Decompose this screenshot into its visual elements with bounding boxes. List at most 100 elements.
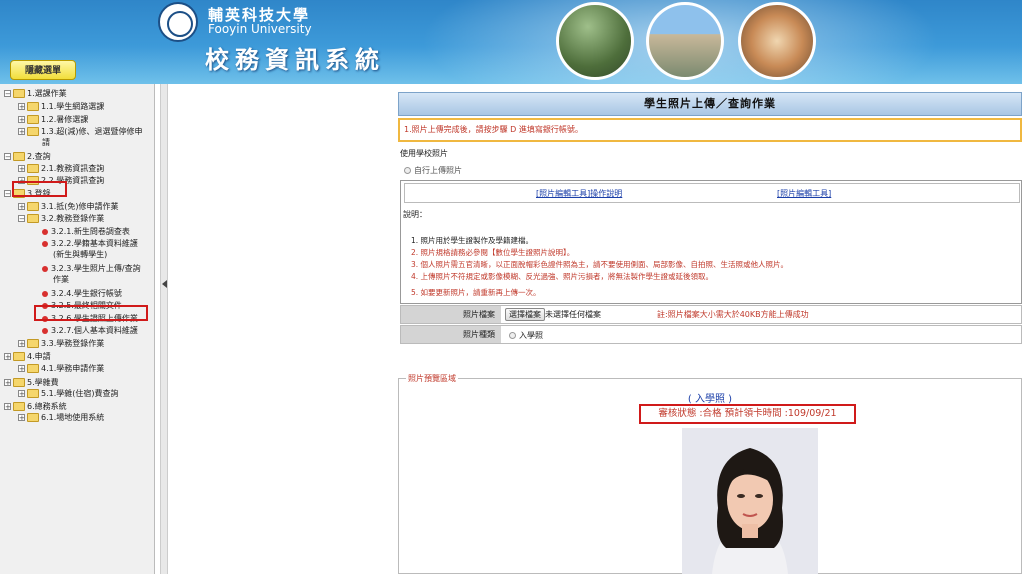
folder-icon bbox=[13, 152, 25, 161]
photo-type-row: 照片種類 入學照 bbox=[400, 325, 1022, 344]
expand-toggle-icon[interactable]: + bbox=[4, 379, 11, 387]
photo-tool-link[interactable]: [照片編輯工具] bbox=[777, 188, 831, 199]
sidebar-item-label: 3.1.抵(免)修申請作業 bbox=[41, 202, 119, 211]
expand-toggle-icon[interactable]: + bbox=[18, 165, 25, 173]
preview-legend: 照片預覽區域 bbox=[406, 373, 458, 384]
sidebar-item[interactable]: 3.2.7.個人基本資料維護 bbox=[42, 325, 138, 336]
expand-toggle-icon[interactable]: + bbox=[4, 403, 11, 411]
sidebar-item[interactable]: +1.3.超(減)修、退選暨停修申 bbox=[18, 126, 143, 137]
sidebar-item[interactable]: +1.1.學生網路選課 bbox=[18, 101, 104, 112]
sidebar-item[interactable]: +3.1.抵(免)修申請作業 bbox=[18, 201, 119, 212]
sidebar-item-label: 1.選課作業 bbox=[27, 89, 67, 98]
self-upload-label: 自行上傳照片 bbox=[414, 166, 462, 175]
sidebar-item-label: 3.2.1.新生問卷調查表 bbox=[51, 227, 130, 236]
sidebar-item[interactable]: (新生與轉學生) bbox=[53, 249, 107, 260]
system-title: 校務資訊系統 bbox=[205, 45, 385, 74]
folder-icon bbox=[27, 202, 39, 211]
photo-file-row: 照片檔案 選擇檔案 未選擇任何檔案 註:照片檔案大小需大於40KB方能上傳成功 bbox=[400, 305, 1022, 324]
preview-heading: ( 入學照 ) bbox=[687, 394, 733, 405]
hide-menu-button[interactable]: 隱藏選單 bbox=[10, 60, 76, 80]
sidebar-item[interactable]: 3.2.1.新生問卷調查表 bbox=[42, 226, 130, 237]
expand-toggle-icon[interactable]: − bbox=[18, 215, 25, 223]
folder-icon bbox=[27, 127, 39, 136]
sidebar-item[interactable]: 3.2.2.學籍基本資料維護 bbox=[42, 238, 138, 249]
sidebar-item[interactable]: +2.1.教務資訊查詢 bbox=[18, 163, 104, 174]
folder-icon bbox=[27, 102, 39, 111]
expand-toggle-icon[interactable]: − bbox=[4, 153, 11, 161]
folder-icon bbox=[27, 389, 39, 398]
highlight-box-login bbox=[12, 181, 67, 197]
expand-toggle-icon[interactable]: − bbox=[4, 90, 11, 98]
use-school-photo-label: 使用學校照片 bbox=[400, 149, 448, 158]
highlight-box-upload bbox=[34, 305, 148, 321]
file-name-display: 未選擇任何檔案 bbox=[545, 308, 653, 321]
folder-icon bbox=[27, 214, 39, 223]
page-bullet-icon bbox=[42, 228, 48, 235]
sidebar-item[interactable]: 請 bbox=[42, 137, 50, 148]
sidebar-item[interactable]: +1.2.暑修選課 bbox=[18, 114, 88, 125]
expand-toggle-icon[interactable]: + bbox=[18, 103, 25, 111]
sidebar-item[interactable]: +5.學雜費 bbox=[4, 377, 59, 388]
sidebar-item-label: 4.申請 bbox=[27, 352, 51, 361]
choose-file-button[interactable]: 選擇檔案 bbox=[505, 308, 545, 321]
instruction-4: 4. 上傳照片不符規定或影像模糊、反光過強、照片污損者，將無法製作學生證或延後領… bbox=[411, 272, 714, 281]
expand-toggle-icon[interactable]: + bbox=[18, 414, 25, 422]
sidebar-item[interactable]: +5.1.學雜(住宿)費查詢 bbox=[18, 388, 119, 399]
frame-splitter[interactable] bbox=[160, 84, 168, 574]
campus-photo-building bbox=[646, 2, 724, 80]
sidebar-item[interactable]: − 1.選課作業 bbox=[4, 88, 67, 99]
sidebar-item-label: 1.2.暑修選課 bbox=[41, 115, 89, 124]
sidebar-item-label: 3.3.學務登錄作業 bbox=[41, 339, 105, 348]
page-bullet-icon bbox=[42, 327, 48, 334]
links-row bbox=[404, 183, 1020, 203]
self-upload-radio[interactable] bbox=[404, 167, 411, 174]
sidebar-item[interactable]: 3.2.4.學生銀行帳號 bbox=[42, 288, 122, 299]
sidebar-item[interactable]: 作業 bbox=[53, 274, 69, 285]
sidebar-item[interactable]: 3.2.3.學生照片上傳/查詢 bbox=[42, 263, 141, 274]
student-portrait bbox=[682, 428, 818, 574]
folder-icon bbox=[27, 115, 39, 124]
sidebar-item[interactable]: +4.申請 bbox=[4, 351, 51, 362]
expand-toggle-icon[interactable]: + bbox=[18, 365, 25, 373]
tool-guide-link[interactable]: [照片編輯工具]操作說明 bbox=[536, 188, 622, 199]
sidebar-item[interactable]: +6.1.場地使用系統 bbox=[18, 412, 104, 423]
sidebar-item-label: 作業 bbox=[53, 275, 69, 284]
expand-toggle-icon[interactable]: + bbox=[18, 116, 25, 124]
expand-toggle-icon[interactable]: + bbox=[18, 203, 25, 211]
sidebar-item-label: 5.學雜費 bbox=[27, 378, 59, 387]
photo-type-radio[interactable] bbox=[509, 332, 516, 339]
sidebar-item[interactable]: − 3.2.教務登錄作業 bbox=[18, 213, 104, 224]
sidebar-item-label: 3.2.3.學生照片上傳/查詢 bbox=[51, 264, 141, 273]
sidebar-item[interactable]: − 2.查詢 bbox=[4, 151, 51, 162]
sidebar-item-label: 5.1.學雜(住宿)費查詢 bbox=[41, 389, 119, 398]
sidebar-item[interactable]: +3.3.學務登錄作業 bbox=[18, 338, 104, 349]
sidebar-item-label: 2.1.教務資訊查詢 bbox=[41, 164, 105, 173]
expand-toggle-icon[interactable]: + bbox=[18, 340, 25, 348]
instruction-3: 3. 個人照片需五官清晰，以正面脫帽彩色證件照為主，請不要使用側面、局部影像、自… bbox=[411, 260, 789, 269]
sidebar-item[interactable]: +4.1.學務申請作業 bbox=[18, 363, 104, 374]
expand-toggle-icon[interactable]: + bbox=[18, 128, 25, 136]
photo-file-label: 照片檔案 bbox=[401, 306, 501, 323]
collapse-arrow-icon[interactable] bbox=[162, 280, 167, 288]
folder-icon bbox=[27, 364, 39, 373]
review-status: 審核狀態 :合格 預計領卡時間 :109/09/21 bbox=[639, 404, 856, 424]
expand-toggle-icon[interactable]: − bbox=[4, 190, 11, 198]
sidebar-item-label: 3.2.2.學籍基本資料維護 bbox=[51, 239, 138, 248]
sidebar-item-label: 3.2.7.個人基本資料維護 bbox=[51, 326, 138, 335]
sidebar-item-label: 1.1.學生網路選課 bbox=[41, 102, 105, 111]
self-upload-option[interactable]: 自行上傳照片 bbox=[404, 165, 462, 176]
sidebar-item[interactable]: +6.總務系統 bbox=[4, 401, 67, 412]
folder-icon bbox=[13, 402, 25, 411]
size-note: 註:照片檔案大小需大於40KB方能上傳成功 bbox=[657, 310, 809, 319]
expand-toggle-icon[interactable]: + bbox=[4, 353, 11, 361]
sidebar-item-label: 2.查詢 bbox=[27, 152, 51, 161]
expand-toggle-icon[interactable]: + bbox=[18, 390, 25, 398]
photo-type-option[interactable]: 入學照 bbox=[509, 330, 543, 341]
page-title: 學生照片上傳／查詢作業 bbox=[398, 92, 1022, 116]
sidebar-item-label: 1.3.超(減)修、退選暨停修申 bbox=[41, 127, 143, 136]
university-logo bbox=[158, 2, 198, 42]
page-bullet-icon bbox=[42, 265, 48, 272]
folder-icon bbox=[27, 164, 39, 173]
sidebar-item-label: 請 bbox=[42, 138, 50, 147]
instruction-2: 2. 照片規格請務必參閱【數位學生證照片說明】。 bbox=[411, 248, 575, 257]
